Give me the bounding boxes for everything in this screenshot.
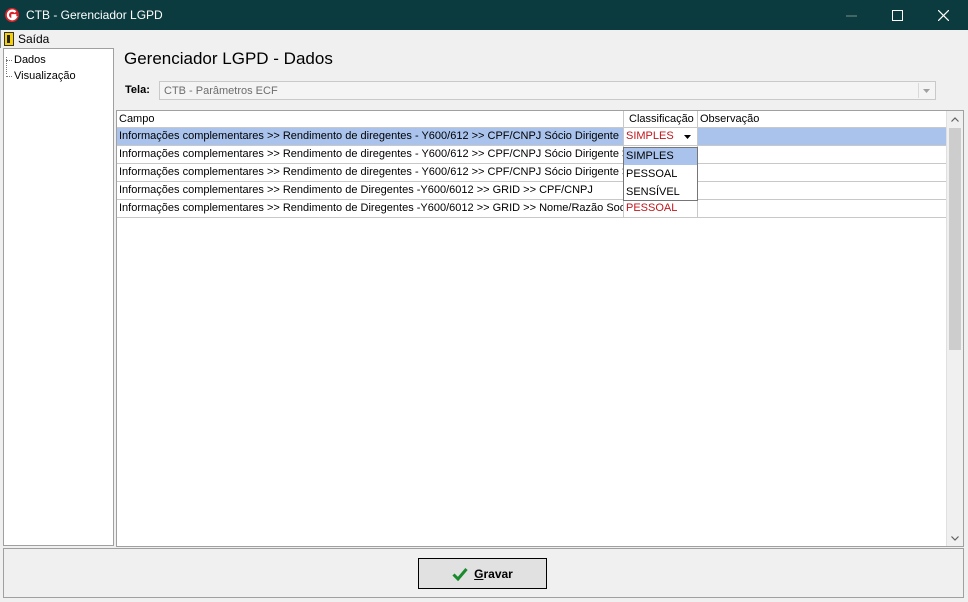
chevron-down-icon — [683, 134, 691, 139]
cell-observacao[interactable] — [698, 146, 947, 164]
scrollbar-thumb[interactable] — [949, 128, 961, 350]
menu-bar: Saída — [0, 30, 967, 48]
dropdown-option-pessoal[interactable]: PESSOAL — [624, 166, 697, 183]
column-header-campo[interactable]: Campo — [117, 111, 624, 128]
tela-dropdown-button[interactable] — [918, 83, 934, 98]
navigation-tree: Dados Visualização — [3, 48, 114, 546]
cell-classificacao[interactable]: PESSOAL — [624, 200, 698, 218]
vertical-scrollbar[interactable] — [946, 111, 963, 546]
save-button[interactable]: Gravar — [418, 558, 547, 589]
minimize-button[interactable] — [828, 0, 874, 30]
chevron-down-icon — [923, 88, 930, 93]
menu-exit-label: Saída — [18, 32, 50, 46]
window-title: CTB - Gerenciador LGPD — [26, 8, 163, 22]
maximize-button[interactable] — [874, 0, 920, 30]
cell-classificacao-editor[interactable]: SIMPLES — [624, 128, 698, 146]
close-icon — [937, 9, 949, 21]
scroll-up-button[interactable] — [947, 111, 963, 127]
checkmark-icon — [452, 567, 468, 581]
maximize-icon — [891, 9, 903, 21]
chevron-up-icon — [951, 116, 959, 122]
table-row[interactable]: Informações complementares >> Rendimento… — [117, 146, 947, 164]
cell-observacao[interactable] — [698, 164, 947, 182]
cell-campo[interactable]: Informações complementares >> Rendimento… — [117, 146, 624, 164]
table-row[interactable]: Informações complementares >> Rendimento… — [117, 128, 947, 146]
menu-exit[interactable]: Saída — [4, 31, 49, 47]
table-row[interactable]: Informações complementares >> Rendimento… — [117, 164, 947, 182]
data-grid[interactable]: Campo Classificação Observação Informaçõ… — [116, 110, 964, 547]
cell-campo[interactable]: Informações complementares >> Rendimento… — [117, 128, 624, 146]
classificacao-dropdown-list[interactable]: SIMPLES PESSOAL SENSÍVEL — [623, 147, 698, 201]
column-header-classificacao[interactable]: Classificação — [624, 111, 698, 128]
minimize-icon — [845, 15, 857, 16]
title-bar: CTB - Gerenciador LGPD — [0, 0, 968, 30]
classificacao-dropdown-button[interactable] — [679, 129, 695, 144]
cell-observacao[interactable] — [698, 182, 947, 200]
cell-campo[interactable]: Informações complementares >> Rendimento… — [117, 200, 624, 218]
chevron-down-icon — [951, 535, 959, 541]
table-row[interactable]: Informações complementares >> Rendimento… — [117, 182, 947, 200]
classificacao-editor-value[interactable]: SIMPLES — [626, 130, 674, 142]
cell-campo[interactable]: Informações complementares >> Rendimento… — [117, 182, 624, 200]
page-title: Gerenciador LGPD - Dados — [124, 49, 333, 68]
exit-door-icon — [4, 32, 14, 46]
tree-item-visualizacao[interactable]: Visualização — [6, 70, 76, 82]
tela-select-value: CTB - Parâmetros ECF — [164, 85, 278, 97]
tela-select[interactable]: CTB - Parâmetros ECF — [159, 81, 936, 100]
close-button[interactable] — [920, 0, 966, 30]
cell-observacao[interactable] — [698, 200, 947, 218]
cell-campo[interactable]: Informações complementares >> Rendimento… — [117, 164, 624, 182]
tela-label: Tela: — [125, 84, 150, 96]
column-header-observacao[interactable]: Observação — [698, 111, 947, 128]
cell-observacao[interactable] — [698, 128, 947, 146]
dropdown-option-sensivel[interactable]: SENSÍVEL — [624, 184, 697, 201]
dropdown-option-simples[interactable]: SIMPLES — [624, 148, 697, 165]
table-row[interactable]: Informações complementares >> Rendimento… — [117, 200, 947, 218]
app-logo-icon — [5, 8, 19, 22]
tree-item-dados[interactable]: Dados — [6, 54, 46, 66]
save-button-label: Gravar — [474, 566, 513, 581]
scroll-down-button[interactable] — [947, 530, 963, 546]
